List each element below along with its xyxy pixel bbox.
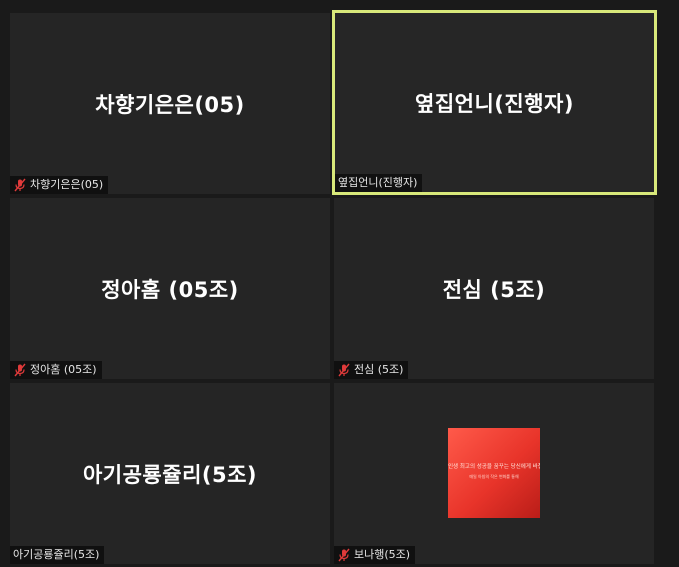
participant-display-name: 아기공룡쥴리(5조)	[82, 462, 258, 487]
video-tile-5[interactable]: 아기공룡쥴리(5조) 아기공룡쥴리(5조)	[10, 383, 330, 564]
mic-muted-icon	[338, 363, 350, 377]
participant-display-name: 전심 (5조)	[442, 277, 546, 302]
thumbnail-caption: 인생 최고의 성공을 꿈꾸는 당신에게 바칩니다	[448, 464, 540, 470]
participant-name-label: 보나행(5조)	[354, 548, 411, 561]
video-tile-6[interactable]: 인생 최고의 성공을 꿈꾸는 당신에게 바칩니다 매일 아침의 작은 변화를 통…	[334, 383, 654, 564]
video-tile-1[interactable]: 차향기은은(05) 차향기은은(05)	[10, 13, 330, 194]
mic-muted-icon	[14, 178, 26, 192]
participant-name-label: 전심 (5조)	[354, 363, 404, 376]
participant-name-tag: 보나행(5조)	[334, 546, 416, 564]
video-tile-2-active-speaker[interactable]: 옆집언니(진행자) 옆집언니(진행자)	[332, 10, 657, 195]
participant-name-tag: 전심 (5조)	[334, 361, 409, 379]
participant-name-label: 아기공룡쥴리(5조)	[13, 548, 100, 561]
participant-name-label: 차향기은은(05)	[30, 178, 104, 191]
participant-display-name: 옆집언니(진행자)	[415, 91, 574, 116]
thumbnail-subcaption: 매일 아침의 작은 변화를 통해	[469, 474, 519, 479]
participant-display-name: 정아홈 (05조)	[101, 277, 239, 302]
video-thumbnail: 인생 최고의 성공을 꿈꾸는 당신에게 바칩니다 매일 아침의 작은 변화를 통…	[448, 428, 540, 518]
mic-muted-icon	[14, 363, 26, 377]
participant-name-label: 정아홈 (05조)	[30, 363, 97, 376]
participant-name-tag: 정아홈 (05조)	[10, 361, 102, 379]
participant-name-tag: 옆집언니(진행자)	[335, 174, 423, 192]
mic-muted-icon	[338, 548, 350, 562]
video-tile-4[interactable]: 전심 (5조) 전심 (5조)	[334, 198, 654, 379]
participant-display-name: 차향기은은(05)	[95, 92, 245, 117]
participant-name-label: 옆집언니(진행자)	[338, 176, 418, 189]
participant-name-tag: 아기공룡쥴리(5조)	[10, 546, 105, 564]
participant-name-tag: 차향기은은(05)	[10, 176, 109, 194]
video-tile-3[interactable]: 정아홈 (05조) 정아홈 (05조)	[10, 198, 330, 379]
